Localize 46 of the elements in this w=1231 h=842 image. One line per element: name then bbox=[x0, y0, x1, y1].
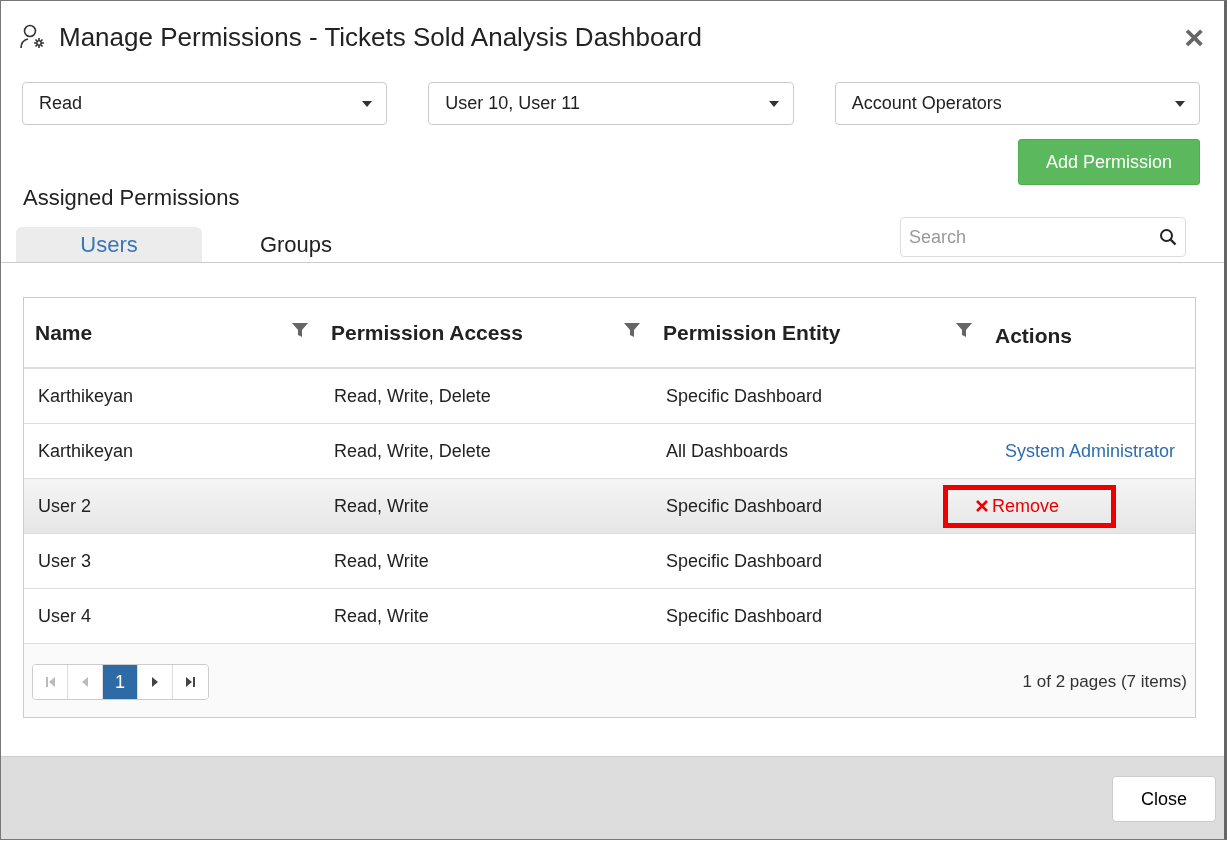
table-cell: Specific Dashboard bbox=[666, 605, 823, 627]
filter-icon[interactable] bbox=[292, 322, 308, 338]
role-link[interactable]: System Administrator bbox=[1004, 440, 1175, 462]
dropdown[interactable]: Read bbox=[22, 82, 388, 125]
dropdown[interactable]: Account Operators bbox=[834, 82, 1200, 125]
close-button[interactable]: × bbox=[1184, 22, 1204, 52]
tab[interactable]: Users bbox=[16, 227, 202, 262]
table-cell: Specific Dashboard bbox=[666, 385, 823, 407]
caret-icon bbox=[1175, 100, 1185, 107]
remove-button[interactable]: Remove bbox=[975, 495, 1059, 517]
page-button[interactable]: 1 bbox=[103, 665, 138, 699]
table-cell: User 3 bbox=[38, 550, 91, 572]
search-icon bbox=[1159, 228, 1177, 246]
first-page-icon bbox=[45, 677, 55, 687]
caret-icon bbox=[768, 100, 779, 107]
tab[interactable]: Groups bbox=[203, 227, 389, 262]
close-button[interactable]: Close bbox=[1111, 776, 1216, 822]
window-title: Manage Permissions - Tickets Sold Analysis Dashboard bbox=[59, 21, 703, 53]
user-settings-icon bbox=[19, 23, 47, 51]
column-header: Name bbox=[35, 320, 93, 345]
table-cell: Karthikeyan bbox=[38, 440, 134, 462]
table-cell: User 2 bbox=[38, 495, 91, 517]
search-field[interactable]: Search bbox=[900, 217, 1186, 257]
table-cell: All Dashboards bbox=[666, 440, 789, 462]
table-cell: Karthikeyan bbox=[38, 385, 134, 407]
filter-icon[interactable] bbox=[624, 322, 640, 338]
table-cell: Read, Write, Delete bbox=[334, 440, 491, 462]
table-cell: Specific Dashboard bbox=[666, 495, 823, 517]
last-page-icon bbox=[186, 677, 195, 687]
dropdown[interactable]: User 10, User 11 bbox=[428, 82, 794, 125]
close-icon bbox=[975, 500, 988, 512]
column-header: Permission Entity bbox=[663, 320, 841, 345]
caret-icon bbox=[362, 100, 373, 107]
table-cell: Read, Write bbox=[334, 550, 429, 572]
table-cell: Read, Write bbox=[334, 605, 429, 627]
column-header: Permission Access bbox=[331, 320, 523, 345]
table-cell: Specific Dashboard bbox=[666, 550, 823, 572]
filter-icon[interactable] bbox=[956, 322, 972, 338]
table-cell: Read, Write bbox=[334, 495, 429, 517]
previous-page-icon bbox=[82, 677, 88, 687]
table-cell: Read, Write, Delete bbox=[334, 385, 491, 407]
page-info: 1 of 2 pages (7 items) bbox=[1022, 672, 1187, 692]
section-title: Assigned Permissions bbox=[22, 185, 241, 211]
table-cell: User 4 bbox=[38, 605, 91, 627]
column-header: Actions bbox=[995, 323, 1072, 348]
next-page-icon bbox=[152, 677, 158, 687]
